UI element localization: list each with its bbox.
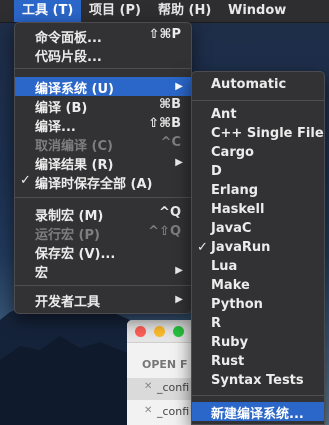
menu-item-label: 运行宏 (P) xyxy=(35,228,100,243)
menu-item-label: Syntax Tests xyxy=(211,373,304,388)
window-minimize-button[interactable] xyxy=(154,326,165,337)
menu-item-label: 代码片段... xyxy=(35,50,102,65)
menu-item-build[interactable]: 编译 (B) ⌘B xyxy=(15,96,191,116)
menu-item-label: Make xyxy=(211,278,250,293)
build-item-cpp-single-file[interactable]: C++ Single File xyxy=(192,125,324,144)
build-item-javac[interactable]: JavaC xyxy=(192,220,324,239)
menu-item-label: 新建编译系统... xyxy=(211,407,304,422)
submenu-arrow-icon: ▶ xyxy=(175,265,183,276)
menu-item-label: Lua xyxy=(211,259,238,274)
menubar-window[interactable]: Window xyxy=(228,0,286,22)
menu-item-label: Erlang xyxy=(211,183,259,198)
menu-item-label: C++ Single File xyxy=(211,126,324,141)
menu-item-macros[interactable]: 宏 ▶ xyxy=(15,261,191,281)
tools-menu: 命令面板... ⇧⌘P 代码片段... 编译系统 (U) ▶ 编译 (B) ⌘B… xyxy=(14,22,192,314)
checkmark-icon: ✓ xyxy=(197,240,208,255)
menu-item-shortcut: ⇧⌘B xyxy=(148,116,181,131)
menu-item-shortcut: ^⇧Q xyxy=(148,224,181,239)
menu-separator xyxy=(15,197,191,198)
menu-item-label: 编译系统 (U) xyxy=(35,82,114,97)
submenu-arrow-icon: ▶ xyxy=(175,157,183,168)
menu-item-record-macro[interactable]: 录制宏 (M) ^Q xyxy=(15,204,191,224)
build-item-ant[interactable]: Ant xyxy=(192,106,324,125)
menubar-tools[interactable]: 工具 (T) xyxy=(14,0,82,22)
open-file-name: _confi xyxy=(157,381,190,394)
build-item-syntax-tests[interactable]: Syntax Tests xyxy=(192,372,324,391)
menu-item-label: Ant xyxy=(211,107,237,122)
window-close-button[interactable] xyxy=(135,326,146,337)
menu-separator xyxy=(15,285,191,286)
build-item-ruby[interactable]: Ruby xyxy=(192,334,324,353)
menu-item-shortcut: ^Q xyxy=(159,205,181,220)
menu-item-label: 保存宏 (V)... xyxy=(35,247,116,262)
build-item-haskell[interactable]: Haskell xyxy=(192,201,324,220)
build-item-lua[interactable]: Lua xyxy=(192,258,324,277)
build-item-make[interactable]: Make xyxy=(192,277,324,296)
menu-item-label: 取消编译 (C) xyxy=(35,139,113,154)
menu-item-shortcut: ^C xyxy=(160,135,181,150)
menu-item-label: 编译 (B) xyxy=(35,101,88,116)
menu-item-command-palette[interactable]: 命令面板... ⇧⌘P xyxy=(15,26,191,46)
submenu-arrow-icon: ▶ xyxy=(175,81,183,92)
build-system-submenu: Automatic Ant C++ Single File Cargo D Er… xyxy=(191,71,325,425)
menu-item-play-macro: 运行宏 (P) ^⇧Q xyxy=(15,223,191,243)
menu-separator xyxy=(192,100,324,101)
menu-separator xyxy=(15,68,191,69)
checkmark-icon: ✓ xyxy=(20,173,31,188)
build-item-r[interactable]: R xyxy=(192,315,324,334)
menu-item-label: 宏 xyxy=(35,266,49,281)
menu-item-label: Haskell xyxy=(211,202,265,217)
close-file-icon[interactable]: ✕ xyxy=(144,381,152,392)
menu-item-save-macro[interactable]: 保存宏 (V)... xyxy=(15,242,191,262)
build-item-d[interactable]: D xyxy=(192,163,324,182)
menu-item-developer[interactable]: 开发者工具 ▶ xyxy=(15,290,191,310)
menu-item-label: Cargo xyxy=(211,145,254,160)
submenu-arrow-icon: ▶ xyxy=(175,294,183,305)
open-file-name: _confi xyxy=(157,405,190,418)
menu-item-label: R xyxy=(211,316,222,331)
build-item-rust[interactable]: Rust xyxy=(192,353,324,372)
menu-item-label: 编译时保存全部 (A) xyxy=(35,177,153,192)
menu-item-label: 录制宏 (M) xyxy=(35,209,104,224)
menubar-project[interactable]: 项目 (P) xyxy=(89,0,141,22)
menu-item-shortcut: ⌘B xyxy=(159,97,181,112)
menu-item-label: JavaC xyxy=(211,221,252,236)
menu-bar: 工具 (T) 项目 (P) 帮助 (H) Window xyxy=(0,0,329,23)
menu-item-label: D xyxy=(211,164,222,179)
menu-item-save-all-on-build[interactable]: ✓ 编译时保存全部 (A) xyxy=(15,172,191,192)
build-item-new-build-system[interactable]: 新建编译系统... xyxy=(192,402,324,422)
menu-item-label: Automatic xyxy=(211,77,287,92)
menu-item-label: Python xyxy=(211,297,263,312)
menubar-help[interactable]: 帮助 (H) xyxy=(158,0,211,22)
menu-item-build-system[interactable]: 编译系统 (U) ▶ xyxy=(15,77,191,97)
build-item-python[interactable]: Python xyxy=(192,296,324,315)
open-files-header: OPEN F xyxy=(142,358,188,371)
menu-item-label: 编译结果 (R) xyxy=(35,158,114,173)
build-item-erlang[interactable]: Erlang xyxy=(192,182,324,201)
close-file-icon[interactable]: ✕ xyxy=(144,405,152,416)
menu-item-shortcut: ⇧⌘P xyxy=(148,27,181,42)
menu-item-label: 命令面板... xyxy=(35,31,102,46)
build-item-javarun[interactable]: ✓ JavaRun xyxy=(192,239,324,258)
menu-item-build-with[interactable]: 编译... ⇧⌘B xyxy=(15,115,191,135)
menu-separator xyxy=(192,395,324,396)
menu-item-cancel-build: 取消编译 (C) ^C xyxy=(15,134,191,154)
build-item-automatic[interactable]: Automatic xyxy=(192,76,324,95)
menu-item-label: JavaRun xyxy=(211,240,271,255)
window-zoom-button[interactable] xyxy=(173,326,184,337)
menu-item-label: 开发者工具 xyxy=(35,295,101,310)
menu-item-build-results[interactable]: 编译结果 (R) ▶ xyxy=(15,153,191,173)
menu-item-label: Rust xyxy=(211,354,245,369)
menu-item-label: Ruby xyxy=(211,335,249,350)
menu-item-snippets[interactable]: 代码片段... xyxy=(15,45,191,65)
menu-item-label: 编译... xyxy=(35,120,76,135)
build-item-cargo[interactable]: Cargo xyxy=(192,144,324,163)
